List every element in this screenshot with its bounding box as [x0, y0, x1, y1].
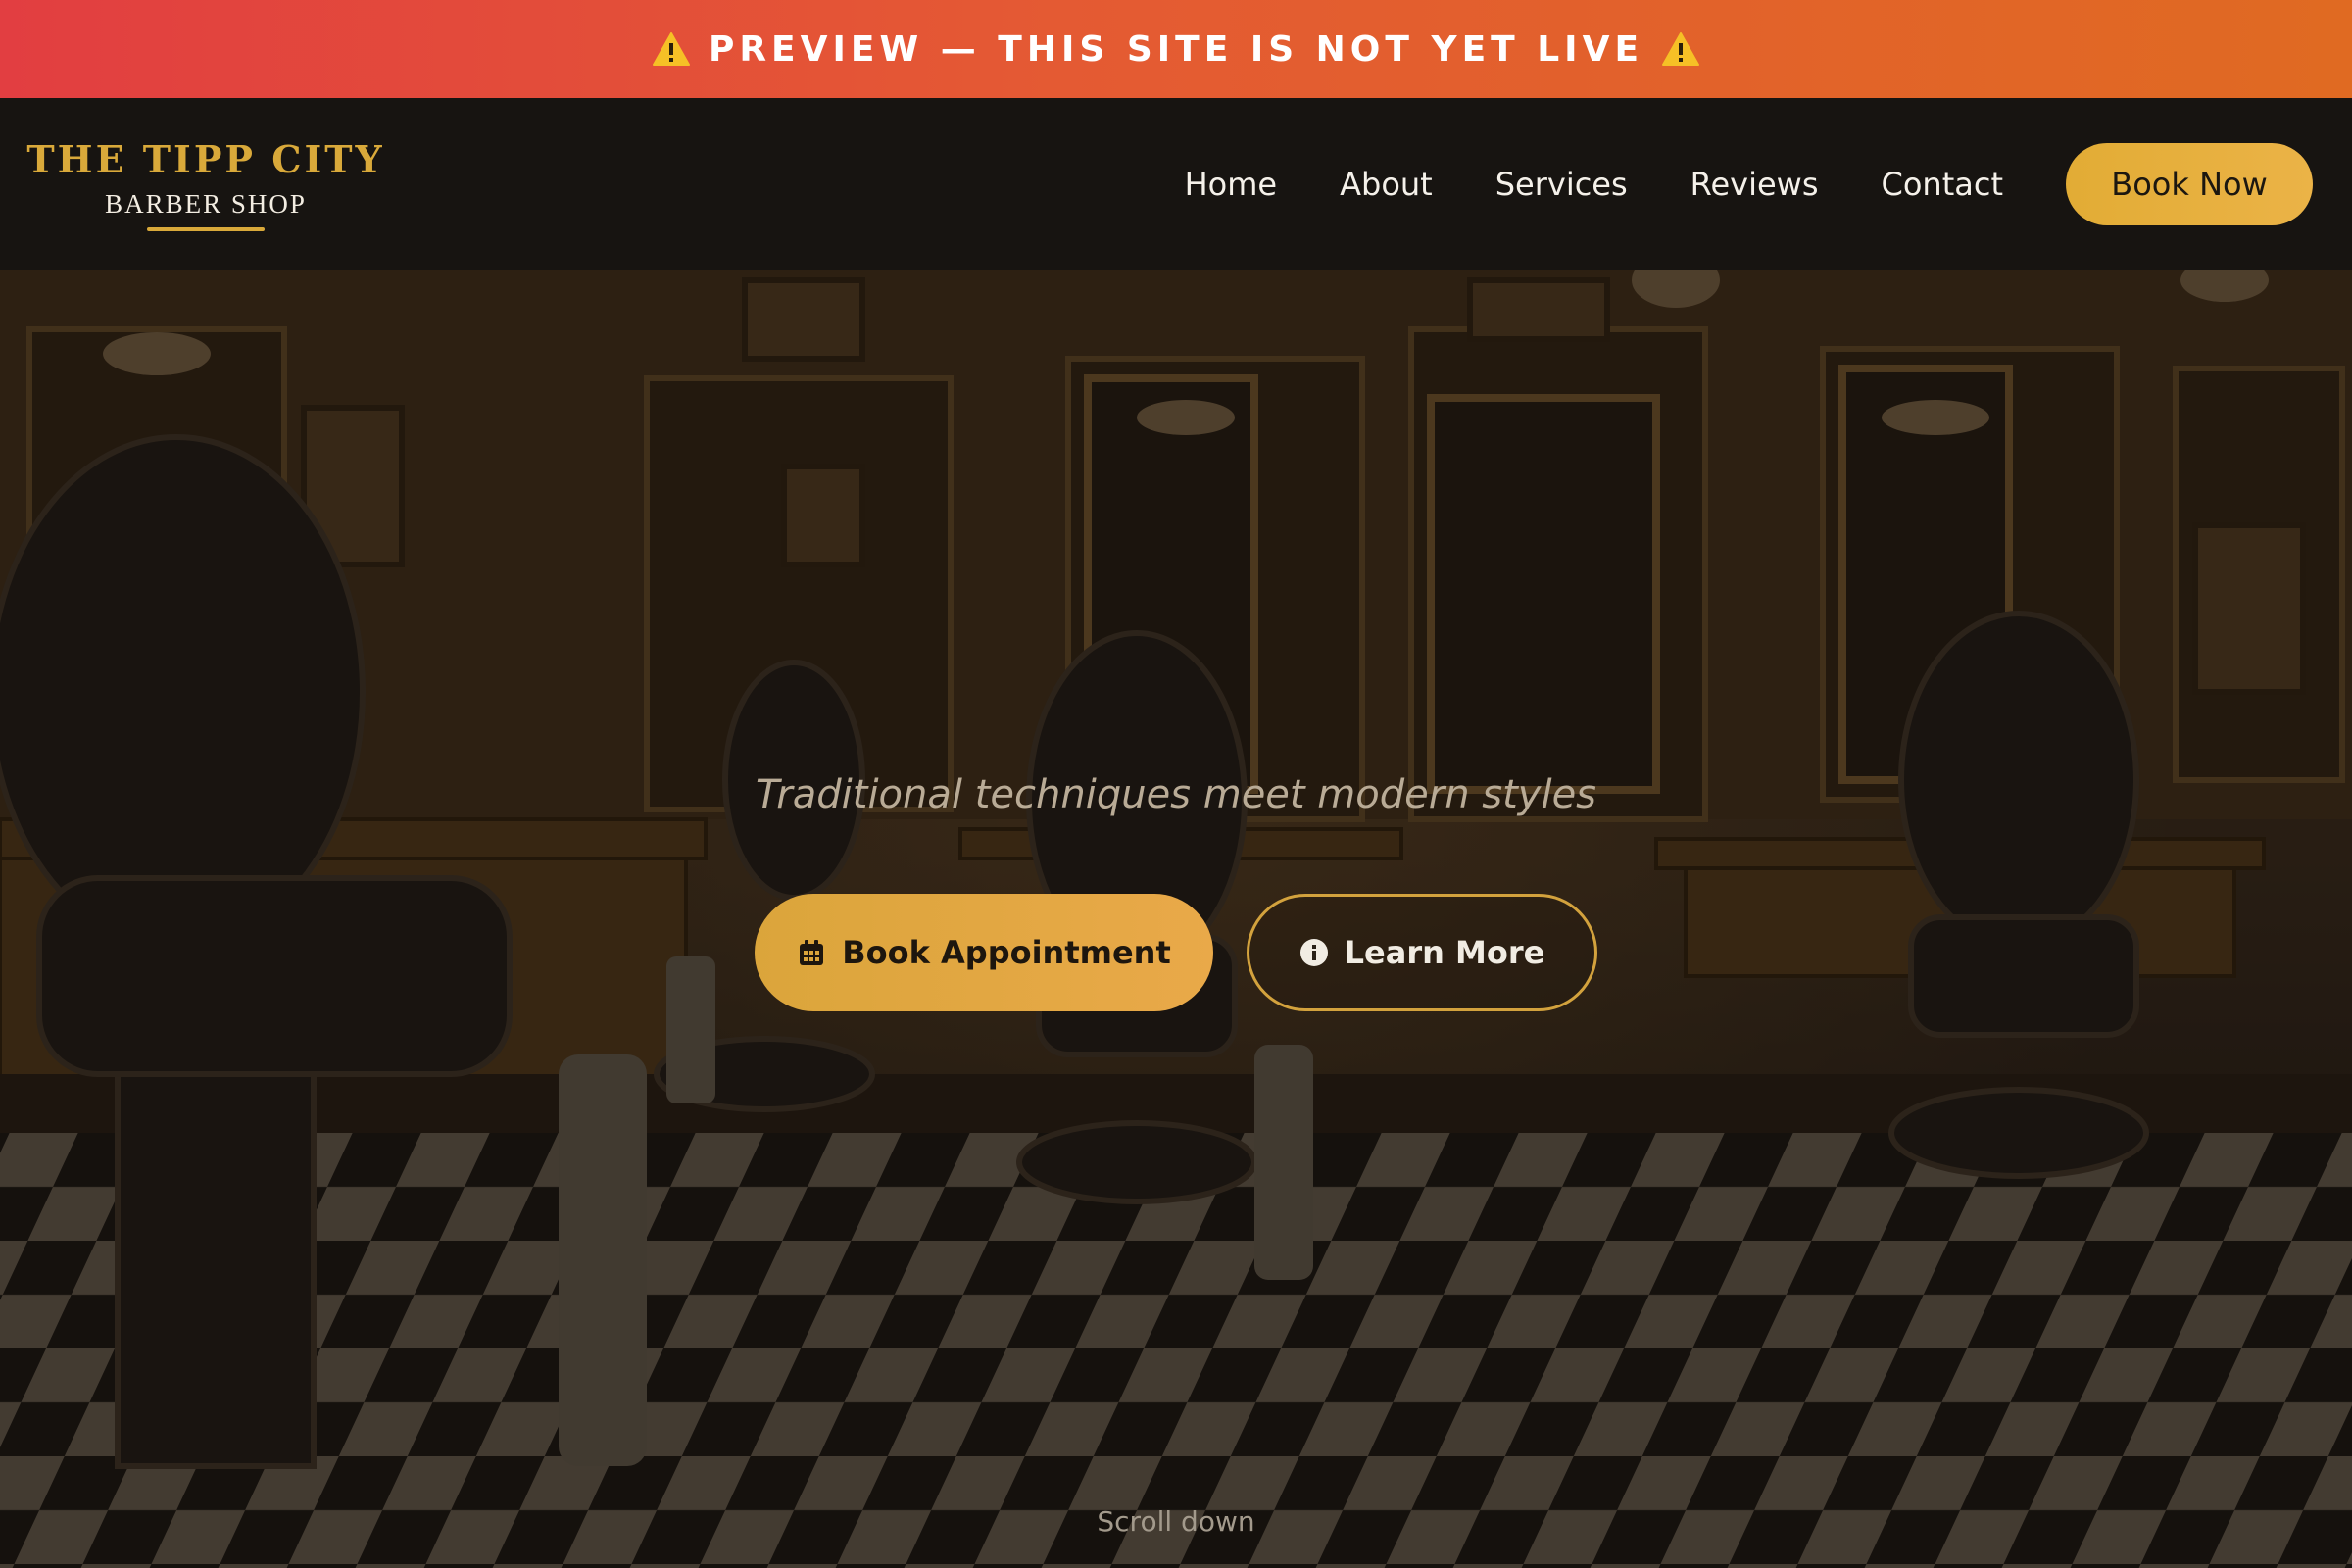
site-header: THE TIPP CITY BARBER SHOP Home About Ser… — [0, 98, 2352, 270]
book-appointment-label: Book Appointment — [842, 934, 1171, 971]
warning-icon — [1662, 32, 1700, 66]
preview-banner-text: PREVIEW — THIS SITE IS NOT YET LIVE — [708, 28, 1644, 70]
logo-subtitle: BARBER SHOP — [105, 189, 307, 219]
calendar-icon — [800, 940, 824, 965]
info-icon — [1299, 939, 1328, 966]
hero-tagline: Traditional techniques meet modern style… — [755, 772, 1597, 817]
hero-section: Traditional techniques meet modern style… — [0, 270, 2352, 1568]
logo-title: THE TIPP CITY — [26, 137, 385, 181]
nav-link-reviews[interactable]: Reviews — [1690, 166, 1819, 203]
nav-link-about[interactable]: About — [1340, 166, 1433, 203]
site-logo[interactable]: THE TIPP CITY BARBER SHOP — [26, 137, 382, 231]
scroll-down-link[interactable]: Scroll down — [0, 1505, 2352, 1538]
nav-link-contact[interactable]: Contact — [1882, 166, 2004, 203]
learn-more-label: Learn More — [1344, 934, 1545, 971]
main-nav: Home About Services Reviews Contact Book… — [1185, 143, 2313, 225]
book-appointment-button[interactable]: Book Appointment — [755, 894, 1213, 1011]
warning-icon — [652, 32, 690, 66]
nav-link-services[interactable]: Services — [1495, 166, 1628, 203]
hero-actions: Book Appointment Learn More — [0, 894, 2352, 1011]
book-now-button[interactable]: Book Now — [2066, 143, 2313, 225]
logo-underline — [147, 227, 265, 231]
nav-link-home[interactable]: Home — [1185, 166, 1278, 203]
preview-banner: PREVIEW — THIS SITE IS NOT YET LIVE — [0, 0, 2352, 98]
learn-more-button[interactable]: Learn More — [1247, 894, 1597, 1011]
